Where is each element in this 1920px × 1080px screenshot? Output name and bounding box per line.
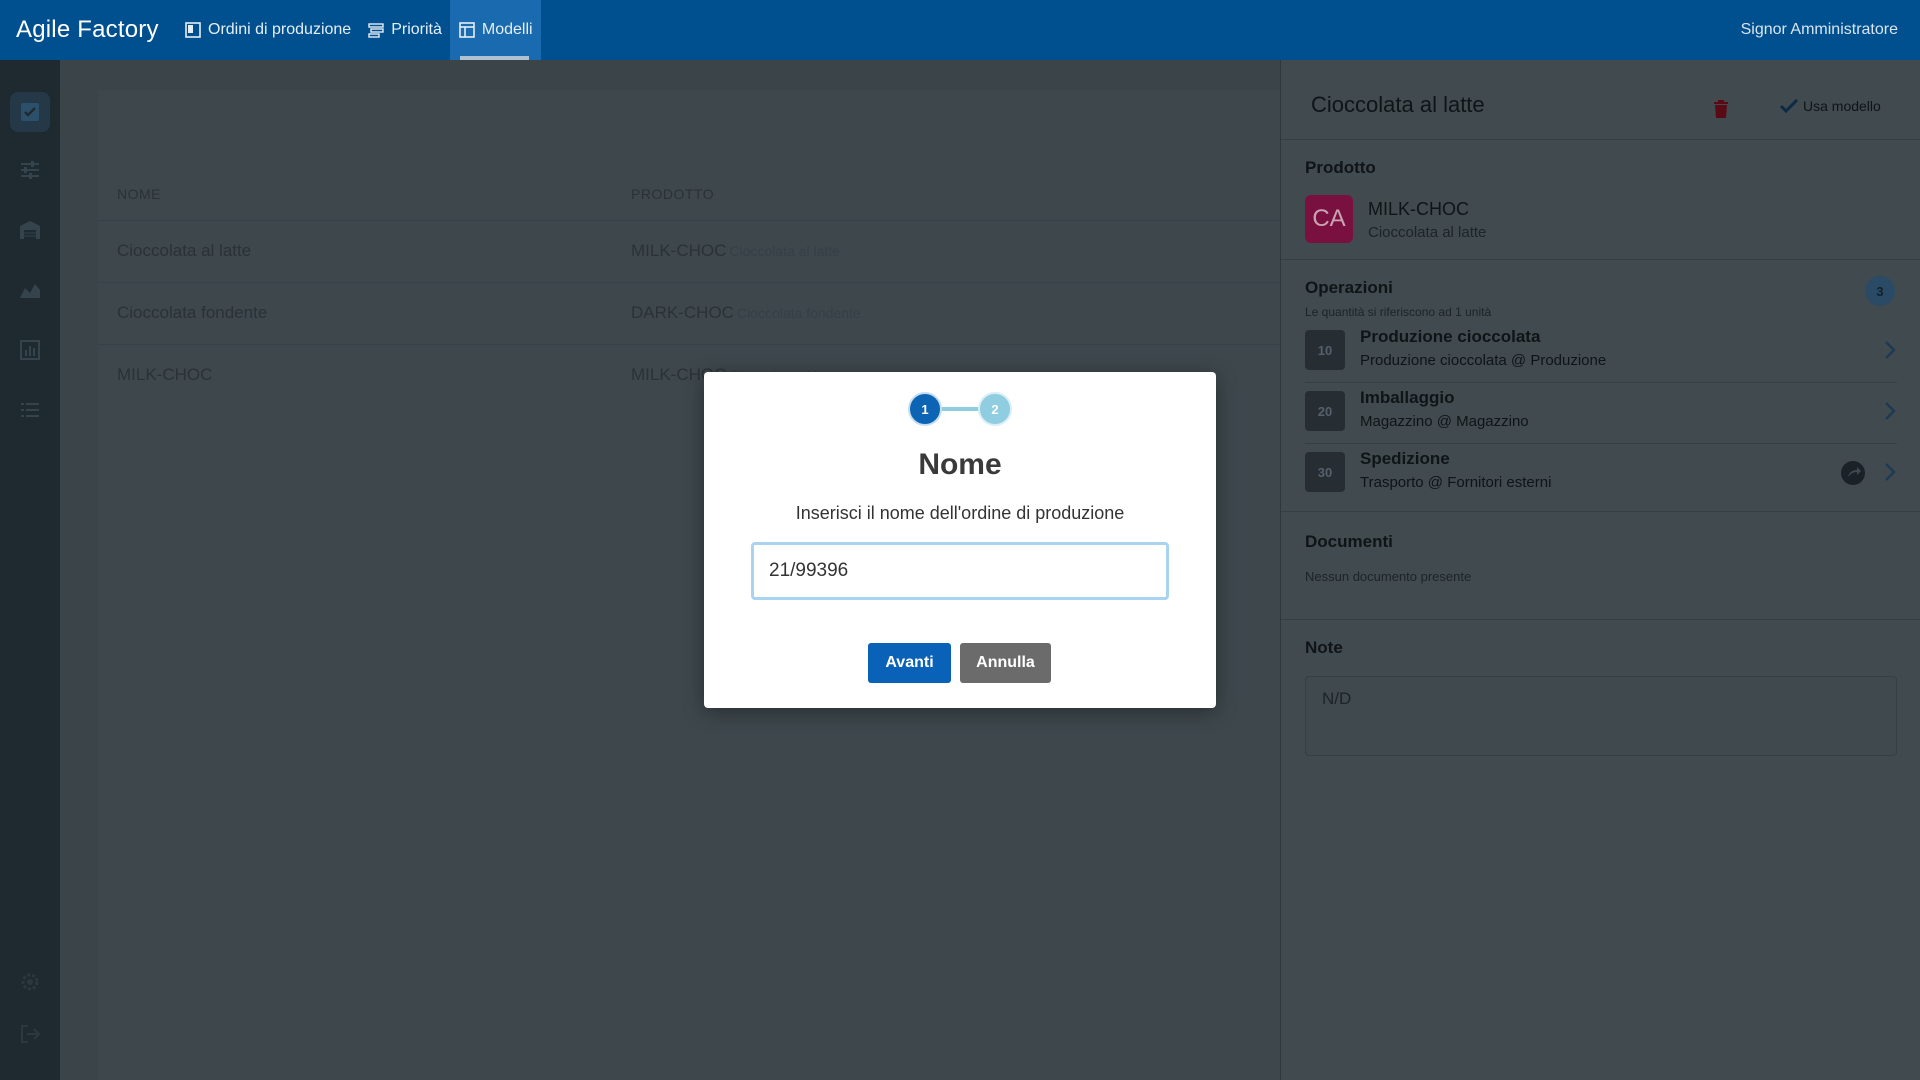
operation-title: Produzione cioccolata <box>1360 327 1541 346</box>
operations-count-badge: 3 <box>1865 276 1895 306</box>
sliders-icon[interactable] <box>18 158 42 182</box>
product-description: Cioccolata al latte <box>1368 224 1487 241</box>
sidebar <box>0 60 60 1080</box>
warehouse-icon[interactable] <box>18 218 42 242</box>
operation-title: Spedizione <box>1360 449 1450 468</box>
external-share-icon[interactable] <box>1841 461 1865 485</box>
next-button[interactable]: Avanti <box>868 643 951 683</box>
user-menu[interactable]: Signor Amministratore <box>1741 21 1920 39</box>
operation-subtitle: Magazzino @ Magazzino <box>1360 413 1529 430</box>
table-row[interactable]: Cioccolata fondente DARK-CHOC Cioccolata … <box>98 282 1280 344</box>
operation-number: 20 <box>1305 391 1345 431</box>
stepper-connector <box>940 407 980 411</box>
chevron-right-icon[interactable] <box>1883 462 1897 482</box>
product-section-title: Prodotto <box>1305 158 1376 177</box>
product-code[interactable]: MILK-CHOC <box>1368 199 1469 220</box>
notes-section-title: Note <box>1305 638 1343 657</box>
product-code: MILK-CHOC <box>631 241 727 260</box>
column-header-name[interactable]: NOME <box>117 186 161 202</box>
product-code: DARK-CHOC <box>631 303 734 322</box>
divider <box>1281 259 1920 260</box>
step-2-indicator: 2 <box>978 392 1012 426</box>
row-name: Cioccolata fondente <box>117 303 268 322</box>
product-desc: Cioccolata al latte <box>729 243 840 259</box>
list-icon[interactable] <box>18 398 42 422</box>
operations-note: Le quantità si riferiscono ad 1 unità <box>1305 305 1492 319</box>
wizard-stepper: 1 2 <box>908 392 1012 426</box>
area-chart-icon[interactable] <box>18 278 42 302</box>
step-1-indicator: 1 <box>908 392 942 426</box>
create-order-dialog: 1 2 Nome Inserisci il nome dell'ordine d… <box>704 372 1216 708</box>
gear-icon[interactable] <box>18 970 42 994</box>
operation-title: Imballaggio <box>1360 388 1455 407</box>
table-row[interactable]: Cioccolata al latte MILK-CHOC Cioccolata … <box>98 220 1280 282</box>
notes-value: N/D <box>1322 689 1352 708</box>
dialog-description: Inserisci il nome dell'ordine di produzi… <box>795 503 1125 523</box>
nav-priorita[interactable]: Priorità <box>359 0 450 60</box>
use-model-label: Usa modello <box>1803 98 1881 114</box>
column-header-product[interactable]: PRODOTTO <box>631 186 714 202</box>
nav-label: Modelli <box>481 21 533 38</box>
order-name-input[interactable] <box>751 542 1169 600</box>
main-nav: Ordini di produzione Priorità Modelli <box>176 0 541 60</box>
operation-item[interactable]: 20 Imballaggio Magazzino @ Magazzino <box>1305 382 1897 442</box>
cancel-button[interactable]: Annulla <box>960 643 1051 683</box>
dialog-title: Nome <box>918 448 1002 481</box>
top-navigation-bar: Agile Factory Ordini di produzione Prior… <box>0 0 1920 60</box>
operation-item[interactable]: 30 Spedizione Trasporto @ Fornitori este… <box>1305 443 1897 503</box>
layout-icon <box>185 22 201 38</box>
use-model-button[interactable]: Usa modello <box>1779 98 1881 114</box>
operation-number: 10 <box>1305 330 1345 370</box>
operation-item[interactable]: 10 Produzione cioccolata Produzione cioc… <box>1305 321 1897 381</box>
panel-title: Cioccolata al latte <box>1311 92 1485 117</box>
chevron-right-icon[interactable] <box>1883 340 1897 360</box>
nav-label: Priorità <box>391 21 442 38</box>
checklist-icon[interactable] <box>18 100 42 124</box>
divider <box>1281 511 1920 512</box>
bar-chart-icon[interactable] <box>18 338 42 362</box>
priority-list-icon <box>368 23 384 38</box>
row-product: DARK-CHOC Cioccolata fondente <box>631 303 861 323</box>
product-desc: Cioccolata fondente <box>736 305 861 321</box>
panel-header: Cioccolata al latte Usa modello <box>1281 60 1920 140</box>
check-icon <box>1779 98 1799 114</box>
row-name: MILK-CHOC <box>117 365 213 384</box>
chevron-right-icon[interactable] <box>1883 401 1897 421</box>
nav-ordini-di-produzione[interactable]: Ordini di produzione <box>176 0 359 60</box>
nav-modelli[interactable]: Modelli <box>449 0 541 60</box>
model-detail-panel: Cioccolata al latte Usa modello Prodotto… <box>1280 60 1920 1080</box>
row-product: MILK-CHOCCioccolata al latte <box>631 241 840 261</box>
delete-icon[interactable] <box>1713 100 1729 118</box>
documents-section-title: Documenti <box>1305 532 1393 551</box>
notes-field[interactable]: N/D <box>1305 676 1897 756</box>
product-avatar: CA <box>1305 195 1353 243</box>
divider <box>1281 619 1920 620</box>
logout-icon[interactable] <box>18 1022 42 1046</box>
operation-number: 30 <box>1305 452 1345 492</box>
row-name: Cioccolata al latte <box>117 241 252 260</box>
operation-subtitle: Trasporto @ Fornitori esterni <box>1360 474 1552 491</box>
operation-subtitle: Produzione cioccolata @ Produzione <box>1360 352 1607 369</box>
operations-section-title: Operazioni <box>1305 278 1393 297</box>
nav-label: Ordini di produzione <box>208 21 352 38</box>
template-icon <box>459 22 475 38</box>
no-documents-text: Nessun documento presente <box>1305 569 1472 584</box>
app-logo[interactable]: Agile Factory <box>0 16 176 44</box>
